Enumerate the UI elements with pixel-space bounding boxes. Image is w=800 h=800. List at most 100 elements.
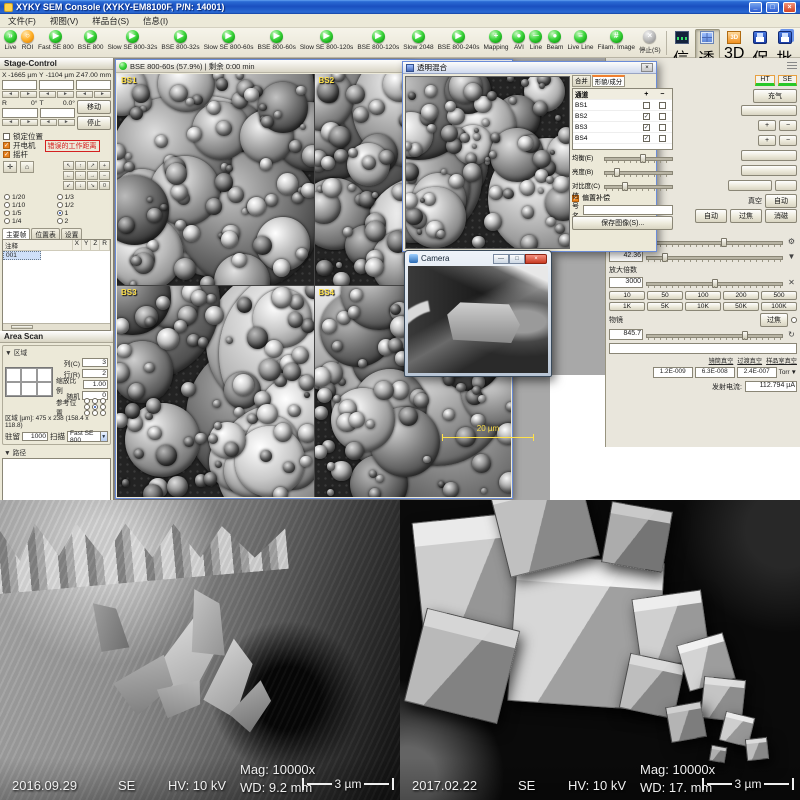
toolbar-scan-button[interactable]: ▶ Fast SE 800 xyxy=(36,29,76,52)
toolbar-scan-button[interactable]: ▶ Slow SE 800-120s xyxy=(298,29,355,52)
ht-toggle-button[interactable]: HT xyxy=(755,75,774,86)
columns-input[interactable]: 3 xyxy=(82,358,108,367)
plus-checkbox[interactable]: ✓ xyxy=(643,124,650,131)
contrast-slider[interactable] xyxy=(604,181,673,191)
mag-preset-button[interactable]: 200 xyxy=(723,291,759,300)
decrement-button[interactable]: − xyxy=(779,120,797,131)
crosshair-icon[interactable]: ✕ xyxy=(786,278,797,287)
chevron-down-icon[interactable]: ▼ xyxy=(100,432,108,441)
toolbar-line-button[interactable]: ─ Line xyxy=(527,29,544,52)
equalize-slider[interactable] xyxy=(604,153,673,163)
increment-button[interactable]: + xyxy=(758,120,776,131)
nudge-left-button[interactable]: ◄ xyxy=(76,91,93,98)
jog-down-left-button[interactable]: ↙ xyxy=(63,181,74,190)
minus-checkbox[interactable] xyxy=(659,113,666,120)
speed-radio[interactable] xyxy=(4,218,10,224)
close-button[interactable]: × xyxy=(525,254,547,264)
mag-preset-button[interactable]: 10 xyxy=(609,291,645,300)
vent-button[interactable]: 充气 xyxy=(753,89,797,103)
center-stage-button[interactable]: ✛ xyxy=(3,161,17,173)
plus-checkbox[interactable]: ✓ xyxy=(643,135,650,142)
increment-button[interactable]: + xyxy=(758,135,776,146)
sem-image-quadrant[interactable]: BS3 xyxy=(117,286,314,497)
menu-info[interactable]: 信息(I) xyxy=(143,15,168,27)
mag-preset-button[interactable]: 10K xyxy=(685,302,721,311)
toolbar-mapping-button[interactable]: + Mapping xyxy=(482,29,511,52)
speed-radio[interactable] xyxy=(57,218,63,224)
close-button[interactable]: × xyxy=(783,2,796,13)
blended-sem-preview[interactable] xyxy=(405,76,570,249)
toolbar-stop-button[interactable]: × 停止(S) xyxy=(637,29,663,55)
blend-window-titlebar[interactable]: 透明混合 × xyxy=(403,62,656,74)
toolbar-scan-button[interactable]: ▶ Slow SE 800-60s xyxy=(202,29,256,52)
jog-up-right-button[interactable]: ↗ xyxy=(87,161,98,170)
mag-preset-button[interactable]: 100K xyxy=(761,302,797,311)
minimize-button[interactable]: — xyxy=(493,254,509,264)
axis-z-input[interactable] xyxy=(76,80,111,90)
toolbar-scan-button[interactable]: ▶ BSE 800 xyxy=(76,29,106,52)
scan-select[interactable]: Fast SE 800 ▼ xyxy=(67,431,108,442)
nudge-left-button[interactable]: ◄ xyxy=(40,119,57,126)
position-note-cell[interactable]: 001 xyxy=(3,251,41,260)
save-image-button[interactable]: 保存图像(S)... xyxy=(572,216,673,230)
occluded-button[interactable] xyxy=(775,180,797,191)
path-list[interactable] xyxy=(2,458,111,500)
toolbar-avi-button[interactable]: ● AVI xyxy=(510,29,527,52)
stigmator-value[interactable]: 42.36 xyxy=(609,251,643,262)
nudge-right-button[interactable]: ► xyxy=(94,91,111,98)
toolbar-scan-button[interactable]: ▶ BSE 800-240s xyxy=(436,29,482,52)
jog-down-right-button[interactable]: ↘ xyxy=(87,181,98,190)
jog-up-button[interactable]: ↑ xyxy=(75,161,86,170)
motor-on-checkbox[interactable]: ✓ xyxy=(3,142,10,149)
toolbar-roi-button[interactable]: ○ ROI xyxy=(19,29,36,52)
occluded-button[interactable] xyxy=(741,105,797,116)
stigmator-slider[interactable] xyxy=(646,252,783,262)
overfocus-button[interactable]: 过焦 xyxy=(730,209,762,223)
toolbar-scan-button[interactable]: ▶ Slow SE 800-32s xyxy=(105,29,159,52)
occluded-button[interactable] xyxy=(728,180,772,191)
axis-y-input[interactable] xyxy=(39,80,74,90)
speed-radio[interactable] xyxy=(4,202,10,208)
occluded-button[interactable] xyxy=(741,150,797,161)
toolbar-scan-button[interactable]: ▶ Slow 2048 xyxy=(401,29,435,52)
tab-main-frames[interactable]: 主要帧 xyxy=(2,228,30,239)
nudge-right-button[interactable]: ► xyxy=(58,119,75,126)
mag-preset-button[interactable]: 500 xyxy=(761,291,797,300)
magnification-value[interactable]: 3000 xyxy=(609,277,643,288)
jog-right-button[interactable]: → xyxy=(87,171,98,180)
lens-radio[interactable] xyxy=(791,317,797,323)
minus-checkbox[interactable] xyxy=(659,135,666,142)
move-button[interactable]: 移动 xyxy=(77,100,111,114)
axis-r-input[interactable] xyxy=(2,108,38,118)
toolbar-live-button[interactable]: » Live xyxy=(2,29,19,52)
panel-menu-icon[interactable] xyxy=(787,62,797,71)
jog-up-left-button[interactable]: ↖ xyxy=(63,161,74,170)
nudge-left-button[interactable]: ◄ xyxy=(39,91,56,98)
mag-preset-button[interactable]: 50K xyxy=(723,302,759,311)
nudge-right-button[interactable]: ► xyxy=(20,91,37,98)
nudge-left-button[interactable]: ◄ xyxy=(2,91,19,98)
menu-stage[interactable]: 样品台(S) xyxy=(92,15,129,27)
scan-rotation-slider[interactable] xyxy=(646,330,783,340)
window-titlebar[interactable]: XYKY SEM Console (XYKY-EM8100F, P/N: 140… xyxy=(0,0,800,14)
minimize-button[interactable]: _ xyxy=(749,2,762,13)
vacuum-unit-select[interactable]: Torr ▼ xyxy=(779,369,797,376)
lock-position-checkbox[interactable] xyxy=(3,133,10,140)
toolbar-scan-button[interactable]: ▶ BSE 800-120s xyxy=(355,29,401,52)
jog-center-button[interactable]: · xyxy=(75,171,86,180)
occluded-button[interactable] xyxy=(741,165,797,176)
mag-preset-button[interactable]: 50 xyxy=(647,291,683,300)
decrement-button[interactable]: − xyxy=(779,135,797,146)
se-detector-button[interactable]: SE xyxy=(778,75,797,86)
toolbar-beam-button[interactable]: ● Beam xyxy=(544,29,565,52)
jog-z-up-button[interactable]: + xyxy=(99,161,110,170)
brightness-slider[interactable] xyxy=(604,167,673,177)
plus-checkbox[interactable] xyxy=(643,102,650,109)
maximize-button[interactable]: □ xyxy=(766,2,779,13)
auto-adjust-button[interactable]: 自动 xyxy=(695,209,727,223)
tab-position-table[interactable]: 位置表 xyxy=(31,228,59,239)
toolbar-scan-button[interactable]: ▶ BSE 800-60s xyxy=(256,29,298,52)
rotate-icon[interactable]: ↻ xyxy=(786,330,797,339)
filter-icon[interactable]: ▼ xyxy=(786,252,797,261)
nudge-right-button[interactable]: ► xyxy=(20,119,37,126)
